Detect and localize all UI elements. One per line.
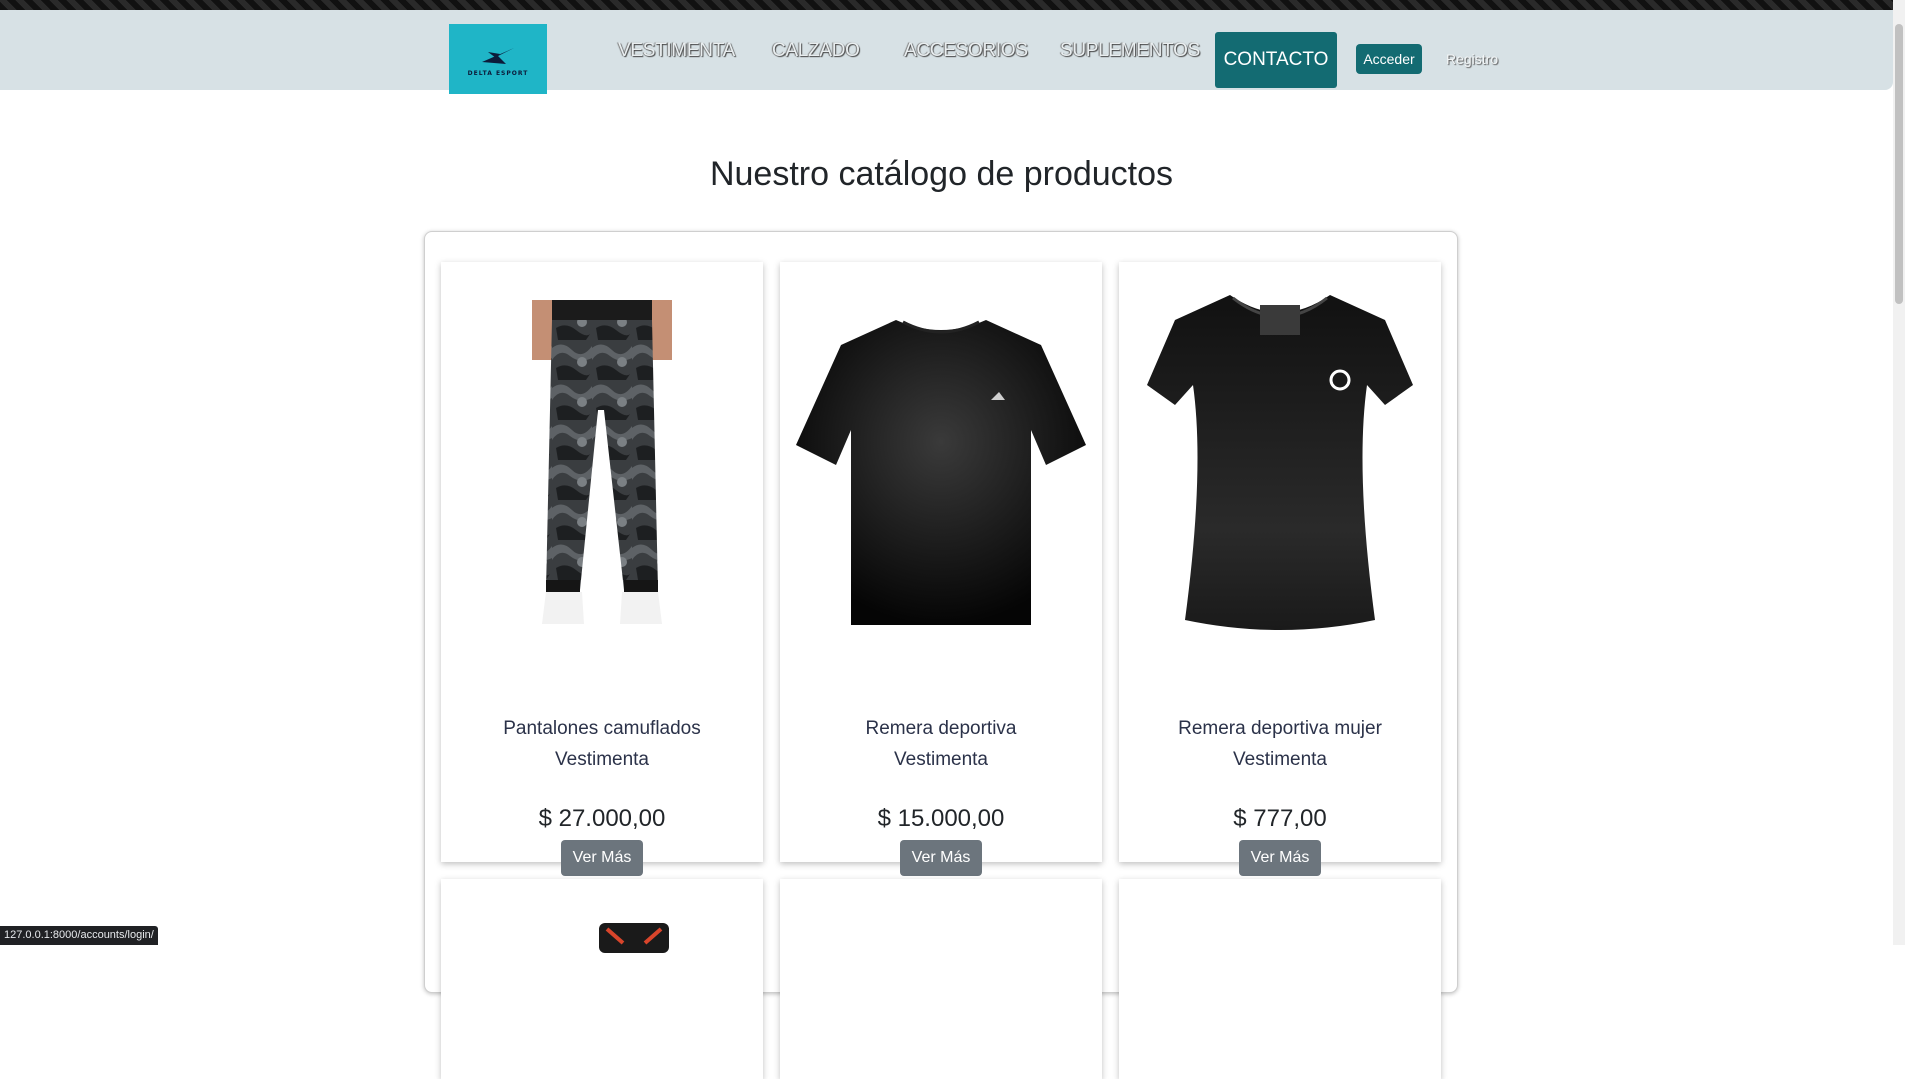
product-image[interactable] [441,292,763,632]
product-card [1119,879,1441,1079]
product-card [780,879,1102,1079]
login-button[interactable]: Acceder [1356,44,1422,74]
scrollbar-thumb[interactable] [1895,24,1903,304]
vertical-scrollbar[interactable] [1893,0,1905,945]
nav-link-suplementos[interactable]: SUPLEMENTOS [1060,40,1200,62]
product-image[interactable] [1119,292,1441,632]
nav-link-calzado[interactable]: CALZADO [772,40,860,62]
product-card: Remera deportiva mujer Vestimenta $ 777,… [1119,262,1441,876]
camo-pants-icon [532,299,672,624]
delta-arrow-icon [482,47,514,64]
product-price: $ 27.000,00 [538,805,666,832]
black-tshirt-icon [796,319,1086,625]
product-price: $ 777,00 [1233,805,1327,832]
product-name: Remera deportiva [865,718,1017,739]
product-card: Remera deportiva Vestimenta $ 15.000,00 … [780,262,1102,876]
ver-mas-button[interactable]: Ver Más [1239,840,1321,876]
product-card [441,879,763,1079]
top-decorative-strip [0,0,1905,10]
womens-tshirt-icon [1147,294,1413,630]
brand-logo[interactable]: DELTA ESPORT [449,24,547,94]
ver-mas-button[interactable]: Ver Más [900,840,982,876]
logo-text: DELTA ESPORT [467,69,529,77]
catalog-container: Pantalones camuflados Vestimenta $ 27.00… [424,231,1458,1079]
product-category: Vestimenta [1233,749,1327,770]
register-link[interactable]: Registro [1446,51,1498,67]
product-name: Remera deportiva mujer [1178,718,1382,739]
main-navbar: DELTA ESPORT VESTIMENTA CALZADO ACCESORI… [0,10,1893,94]
product-image[interactable] [780,292,1102,632]
page-title: Nuestro catálogo de productos [709,155,1174,193]
product-category: Vestimenta [555,749,649,770]
product-card: Pantalones camuflados Vestimenta $ 27.00… [441,262,763,876]
product-name: Pantalones camuflados [503,718,701,739]
product-price: $ 15.000,00 [877,805,1005,832]
nav-link-accesorios[interactable]: ACCESORIOS [904,40,1028,62]
product-category: Vestimenta [894,749,988,770]
contact-button[interactable]: CONTACTO [1215,32,1337,88]
nav-link-vestimenta[interactable]: VESTIMENTA [618,40,735,62]
ver-mas-button[interactable]: Ver Más [561,840,643,876]
product-image-partial [599,923,669,953]
browser-status-url: 127.0.0.1:8000/accounts/login/ [0,926,158,945]
